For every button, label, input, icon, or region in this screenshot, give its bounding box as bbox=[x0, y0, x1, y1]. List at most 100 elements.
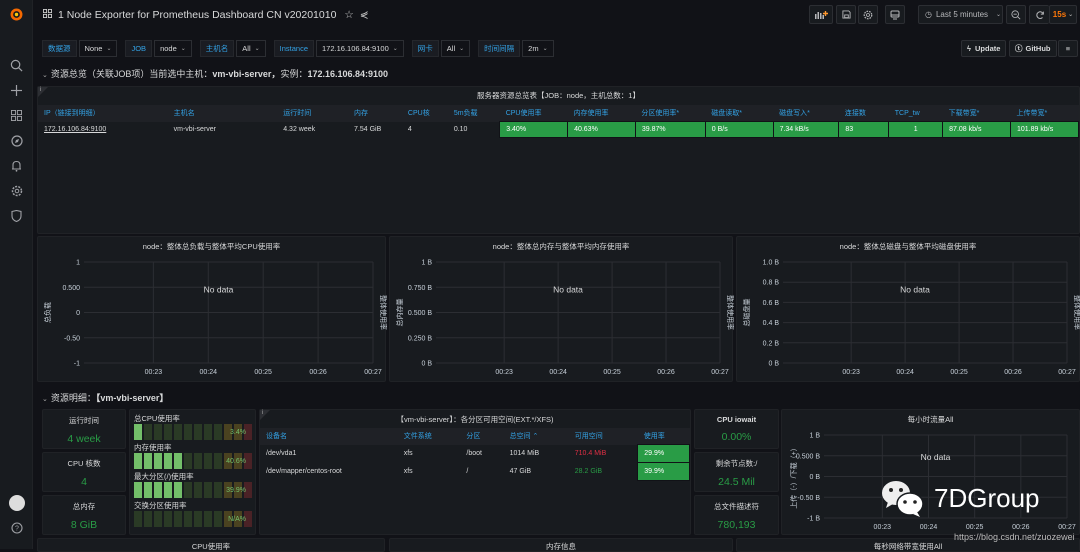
column-header[interactable]: 总空间 ⌃ bbox=[504, 428, 569, 445]
bell-icon[interactable] bbox=[8, 157, 25, 174]
column-header[interactable]: 下载带宽* bbox=[943, 105, 1011, 122]
column-header[interactable]: 内存使用率 bbox=[568, 105, 636, 122]
sidebar: ? bbox=[0, 0, 33, 549]
chevron-down-icon: ⌄ bbox=[42, 396, 48, 403]
y-tick-label: 0 B bbox=[421, 361, 432, 368]
y-tick-label: 0.750 B bbox=[408, 285, 432, 292]
watermark: 7DGroup bbox=[880, 478, 1040, 518]
row-title-details[interactable]: ⌄ 资源明细：【vm-vbi-server】 bbox=[42, 391, 168, 404]
column-header[interactable]: 可用空间 bbox=[569, 428, 638, 445]
column-header[interactable]: 内存 bbox=[348, 105, 402, 122]
search-icon[interactable] bbox=[8, 57, 25, 74]
column-header[interactable]: 连接数 bbox=[839, 105, 889, 122]
gauge-cell bbox=[194, 424, 202, 440]
gauge-label: 交换分区使用率 bbox=[134, 501, 187, 510]
table-row: /dev/mapper/centos-root xfs / 47 GiB 28.2 Gi… bbox=[260, 462, 690, 481]
gauge-cell bbox=[144, 482, 152, 498]
cpu-cores-stat: CPU 核数 4 bbox=[42, 452, 126, 492]
refresh-button[interactable] bbox=[1029, 5, 1049, 24]
dashboard-title[interactable]: 1 Node Exporter for Prometheus Dashboard… bbox=[43, 9, 369, 21]
column-header[interactable]: 文件系统 bbox=[398, 428, 461, 445]
column-header[interactable]: 设备名 bbox=[260, 428, 398, 445]
row-title-overview[interactable]: ⌄ 资源总览（关联JOB项）当前选中主机：vm-vbi-server，实例：172… bbox=[42, 67, 388, 80]
table-cell: 3.40% bbox=[499, 121, 569, 138]
settings-button[interactable] bbox=[858, 5, 878, 24]
column-header[interactable]: CPU核 bbox=[402, 105, 448, 122]
y2-axis-label: 整体使用率 bbox=[1073, 295, 1080, 330]
gauge-cell bbox=[214, 511, 222, 527]
svg-text:?: ? bbox=[15, 525, 19, 532]
column-header[interactable]: 运行时间 bbox=[277, 105, 348, 122]
x-tick-label: 00:23 bbox=[495, 369, 513, 376]
y-tick-label: 0 B bbox=[809, 474, 820, 481]
gauge-cell bbox=[154, 482, 162, 498]
table-cell: 87.08 kb/s bbox=[942, 121, 1011, 138]
table-cell: 4 bbox=[407, 126, 412, 133]
refresh-interval-picker[interactable]: 15s ⌄ bbox=[1049, 5, 1077, 24]
dashboard-title-text[interactable]: 1 Node Exporter for Prometheus Dashboard… bbox=[58, 9, 336, 21]
column-header[interactable]: 磁盘读取* bbox=[705, 105, 773, 122]
gauge-cell bbox=[194, 453, 202, 469]
variable-select[interactable]: node ⌄ bbox=[154, 40, 192, 57]
y-tick-label: -1 bbox=[74, 361, 80, 368]
avatar[interactable] bbox=[9, 495, 25, 511]
time-range-label: Last 5 minutes bbox=[935, 10, 989, 19]
add-panel-button[interactable] bbox=[809, 5, 833, 24]
shield-icon[interactable] bbox=[8, 207, 25, 224]
share-icon[interactable]: ⋞ bbox=[360, 9, 369, 21]
column-header[interactable]: CPU使用率 bbox=[500, 105, 568, 122]
column-header[interactable]: 5m负载 bbox=[448, 105, 500, 122]
save-button[interactable] bbox=[836, 5, 856, 24]
gear-icon[interactable] bbox=[8, 182, 25, 199]
variable-select[interactable]: All ⌄ bbox=[236, 40, 266, 57]
star-icon[interactable]: ☆ bbox=[344, 9, 353, 21]
column-header[interactable]: 主机名 bbox=[168, 105, 278, 122]
plus-icon[interactable] bbox=[8, 82, 25, 99]
column-header[interactable]: TCP_tw bbox=[889, 105, 943, 122]
update-link-button[interactable]: ϟ Update bbox=[961, 40, 1007, 57]
wechat-icon bbox=[882, 481, 924, 517]
host-link[interactable]: 172.16.106.84:9100 bbox=[38, 122, 168, 138]
variable-value: All bbox=[446, 44, 456, 53]
y-axis-label: 总内存量 bbox=[395, 299, 404, 327]
variable-select[interactable]: 2m ⌄ bbox=[522, 40, 554, 57]
info-icon[interactable]: i bbox=[260, 410, 270, 420]
bar-gauge: 总CPU使用率 3.4% bbox=[130, 413, 255, 442]
column-header[interactable]: 使用率 bbox=[638, 428, 690, 445]
stat-value: 0.00% bbox=[721, 431, 752, 443]
partition-table-panel: i 【vm-vbi-server】：各分区可用空间(EXT.*/XFS) 设备名… bbox=[259, 409, 691, 535]
y-tick-label: 0.8 B bbox=[763, 280, 780, 287]
grafana-logo-icon[interactable] bbox=[8, 6, 25, 23]
info-icon[interactable]: i bbox=[38, 87, 48, 97]
gauge-cell bbox=[174, 511, 182, 527]
column-header[interactable]: 磁盘写入* bbox=[773, 105, 839, 122]
dashboards-icon[interactable] bbox=[8, 107, 25, 124]
x-tick-label: 00:26 bbox=[657, 369, 675, 376]
table-cell: 39.9% bbox=[637, 462, 690, 481]
tv-mode-button[interactable] bbox=[885, 5, 905, 24]
inodes-stat: 剩余节点数:/ 24.5 Mil bbox=[694, 452, 779, 492]
table-cell: vm-vbi-server bbox=[173, 126, 216, 133]
gear-icon bbox=[863, 10, 873, 19]
y-tick-label: 0.250 B bbox=[408, 335, 432, 342]
stat-title: CPU 核数 bbox=[67, 459, 101, 468]
row-title-host: vm-vbi-server， bbox=[212, 69, 281, 79]
time-range-picker[interactable]: ◷ Last 5 minutes ⌄ bbox=[918, 5, 1003, 24]
column-header[interactable]: 分区 bbox=[460, 428, 503, 445]
column-header[interactable]: IP（链接到明细） bbox=[38, 105, 168, 122]
zoom-out-button[interactable] bbox=[1006, 5, 1026, 24]
explore-icon[interactable] bbox=[8, 132, 25, 149]
help-icon[interactable]: ? bbox=[8, 519, 25, 536]
menu-button[interactable]: ≡ bbox=[1058, 40, 1078, 57]
stat-value: 4 bbox=[81, 476, 87, 488]
github-link-button[interactable]: ⓣ GitHub bbox=[1009, 40, 1057, 57]
variable-select[interactable]: All ⌄ bbox=[440, 40, 471, 57]
variable-select[interactable]: None ⌄ bbox=[78, 40, 118, 57]
tv-icon bbox=[890, 10, 900, 19]
variable-select[interactable]: 172.16.106.84:9100 ⌄ bbox=[316, 40, 404, 57]
column-header[interactable]: 分区使用率* bbox=[635, 105, 705, 122]
column-header[interactable]: 上传带宽* bbox=[1011, 105, 1079, 122]
table-cell: 40.63% bbox=[567, 121, 636, 138]
save-icon bbox=[841, 10, 851, 19]
x-tick-label: 00:27 bbox=[1058, 369, 1076, 376]
